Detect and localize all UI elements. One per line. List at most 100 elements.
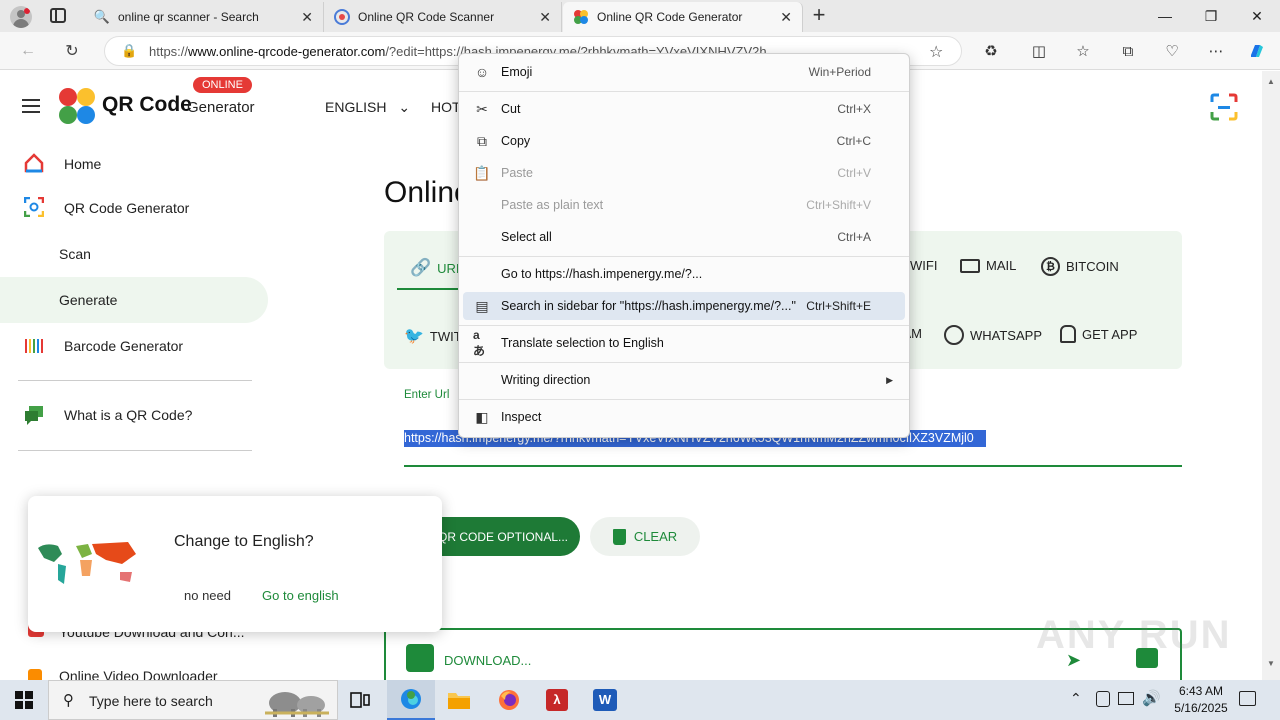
sidebar-item-home[interactable]: Home	[0, 141, 268, 187]
network-icon[interactable]	[1118, 692, 1134, 705]
clock-date[interactable]: 5/16/2025	[1166, 701, 1236, 715]
menu-separator	[459, 362, 909, 363]
lock-icon[interactable]: 🔒	[121, 43, 137, 59]
chat-icon	[24, 405, 44, 425]
profile-icon[interactable]	[10, 6, 32, 28]
tab-label: GET APP	[1082, 326, 1138, 342]
tab-actions-icon[interactable]	[50, 8, 66, 23]
menu-item-inspect[interactable]: ◧ Inspect	[463, 403, 905, 431]
menu-label: Search in sidebar for "https://hash.impe…	[501, 299, 796, 313]
split-screen-icon[interactable]: ◫	[1028, 40, 1050, 62]
close-tab-icon[interactable]: ✕	[301, 9, 313, 26]
download-label[interactable]: DOWNLOAD...	[444, 653, 531, 668]
scan-shortcut-icon[interactable]	[1210, 93, 1238, 121]
tab-twitter[interactable]: 🐦 TWITTER	[404, 326, 464, 346]
extensions-icon[interactable]: ♻	[980, 40, 1002, 62]
more-menu-icon[interactable]: ⋯	[1205, 40, 1227, 62]
menu-item-search-sidebar[interactable]: ▤ Search in sidebar for "https://hash.im…	[463, 292, 905, 320]
close-tab-icon[interactable]: ✕	[539, 9, 551, 26]
tab-title: Online QR Code Scanner	[358, 10, 495, 24]
sidebar-item-generate[interactable]: Generate	[0, 277, 268, 323]
menu-item-writing-direction[interactable]: Writing direction ▶	[463, 366, 905, 394]
favorite-star-icon[interactable]: ☆	[929, 42, 943, 62]
tab-bitcoin[interactable]: ₿ BITCOIN	[1041, 257, 1119, 276]
go-to-english-button[interactable]: Go to english	[262, 588, 339, 603]
hamburger-menu-icon[interactable]	[22, 99, 40, 113]
firefox-icon[interactable]	[485, 680, 533, 720]
minimize-button[interactable]: —	[1142, 0, 1188, 32]
tab-qr-scanner[interactable]: Online QR Code Scanner ✕	[324, 2, 562, 32]
hot-menu[interactable]: HOT	[431, 99, 461, 115]
tab-label: WIFI	[910, 258, 938, 273]
volume-icon[interactable]: 🔊	[1142, 689, 1161, 707]
file-explorer-icon[interactable]	[435, 680, 483, 720]
sidebar-item-what-is-qr[interactable]: What is a QR Code?	[0, 392, 268, 438]
acrobat-icon[interactable]: λ	[533, 680, 581, 720]
menu-item-emoji[interactable]: ☺ Emoji Win+Period	[463, 58, 905, 86]
tab-get-app[interactable]: GET APP	[1060, 325, 1137, 343]
site-logo-subtitle[interactable]: Generator	[187, 99, 255, 116]
clear-button[interactable]: CLEAR	[590, 517, 700, 556]
tab-label: BITCOIN	[1066, 259, 1119, 274]
sidebar-item-qr-generator[interactable]: QR Code Generator	[0, 185, 268, 231]
language-selector[interactable]: ENGLISH ⌄	[325, 99, 410, 116]
sidebar-item-barcode[interactable]: Barcode Generator	[0, 323, 268, 369]
tab-mail[interactable]: MAIL	[960, 258, 1016, 273]
tray-security-icon[interactable]	[1096, 691, 1110, 707]
site-logo-icon[interactable]	[58, 87, 96, 125]
qr-site-icon	[334, 9, 350, 25]
url-domain: www.online-qrcode-generator.com	[188, 44, 386, 59]
menu-item-copy[interactable]: ⧉ Copy Ctrl+C	[463, 127, 905, 155]
sidebar-item-scan[interactable]: Scan	[0, 231, 268, 277]
task-view-button[interactable]	[336, 680, 384, 720]
tab-telegram[interactable]: TELEGRAM	[910, 326, 922, 341]
menu-label: Select all	[501, 230, 552, 244]
new-tab-button[interactable]: +	[808, 2, 830, 28]
tray-chevron-icon[interactable]: ⌃	[1070, 690, 1082, 707]
twitter-icon: 🐦	[404, 328, 424, 345]
performance-icon[interactable]: ♡	[1161, 40, 1183, 62]
edge-taskbar-icon[interactable]	[387, 680, 435, 720]
refresh-button[interactable]: ↻	[58, 38, 86, 64]
tab-url[interactable]: 🔗 URL	[410, 258, 463, 278]
sidebar-item-video[interactable]: Online Video Downloader	[0, 653, 268, 680]
word-icon[interactable]: W	[581, 680, 629, 720]
menu-item-paste-plain[interactable]: Paste as plain text Ctrl+Shift+V	[463, 191, 905, 219]
back-button[interactable]: ←	[14, 38, 42, 64]
tab-whatsapp[interactable]: WHATSAPP	[944, 325, 1042, 345]
collections-icon[interactable]: ⧉	[1117, 40, 1139, 62]
close-window-button[interactable]: ✕	[1234, 0, 1280, 32]
clock-time[interactable]: 6:43 AM	[1173, 684, 1229, 698]
start-button[interactable]	[0, 680, 48, 720]
close-tab-icon[interactable]: ✕	[780, 9, 792, 26]
sidebar-item-label: Home	[64, 156, 102, 172]
menu-item-go-to[interactable]: Go to https://hash.impenergy.me/?...	[463, 260, 905, 288]
menu-item-cut[interactable]: ✂ Cut Ctrl+X	[463, 95, 905, 123]
notification-icon[interactable]	[1239, 691, 1256, 706]
menu-item-paste[interactable]: 📋 Paste Ctrl+V	[463, 159, 905, 187]
copy-icon: ⧉	[477, 132, 487, 149]
taskbar-search-box[interactable]: ⚲ Type here to search	[48, 680, 338, 720]
scroll-down-icon[interactable]: ▼	[1267, 659, 1275, 668]
no-need-button[interactable]: no need	[184, 588, 231, 603]
favorites-icon[interactable]: ☆	[1072, 40, 1094, 62]
context-menu: ☺ Emoji Win+Period ✂ Cut Ctrl+X ⧉ Copy C…	[458, 53, 910, 438]
tab-qr-generator[interactable]: Online QR Code Generator ✕	[563, 2, 803, 32]
qr-generator-icon	[23, 196, 45, 218]
download-icon[interactable]	[406, 644, 434, 672]
restore-button[interactable]: ❐	[1188, 0, 1234, 32]
copilot-icon[interactable]	[1246, 40, 1268, 62]
scroll-up-icon[interactable]: ▲	[1267, 77, 1275, 86]
qr-optional-button[interactable]: QR CODE OPTIONAL...	[430, 517, 580, 556]
taskbar-search-placeholder: Type here to search	[89, 693, 213, 709]
tab-wifi[interactable]: WIFI	[910, 258, 937, 273]
home-icon	[24, 153, 44, 173]
bitcoin-icon: ₿	[1041, 257, 1060, 276]
page-scrollbar[interactable]: ▲ ▼	[1262, 71, 1280, 680]
menu-item-select-all[interactable]: Select all Ctrl+A	[463, 223, 905, 251]
site-logo-title[interactable]: QR Code	[102, 93, 192, 117]
tab-search[interactable]: 🔍 online qr scanner - Search ✕	[84, 2, 324, 32]
menu-item-translate[interactable]: aあ Translate selection to English	[463, 328, 905, 358]
sidebar-search-icon: ▤	[475, 297, 489, 314]
menu-separator	[459, 325, 909, 326]
